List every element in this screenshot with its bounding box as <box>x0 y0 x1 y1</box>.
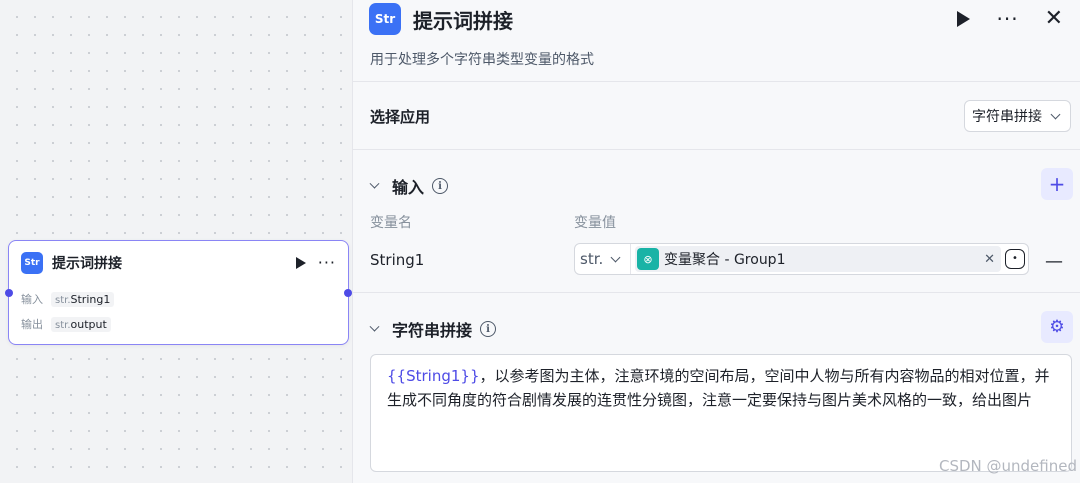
concat-section-title: 字符串拼接 <box>392 321 473 340</box>
string-icon: Str <box>21 252 43 274</box>
more-icon[interactable]: ··· <box>996 9 1018 29</box>
node-output-value: output <box>70 317 107 331</box>
settings-button[interactable]: ⚙ <box>1041 311 1073 343</box>
node-output-label: 输出 <box>21 318 43 331</box>
node-settings-panel: Str 提示词拼接 ··· ✕ 用于处理多个字符串类型变量的格式 选择应用 字符… <box>352 0 1080 483</box>
panel-title: 提示词拼接 <box>413 9 513 33</box>
variable-reference-chip[interactable]: ⊗ 变量聚合 - Group1 ✕ <box>635 246 1001 272</box>
concat-section-header[interactable]: 字符串拼接 i <box>369 317 497 341</box>
chevron-down-icon <box>610 252 621 262</box>
aggregate-icon: ⊗ <box>637 248 659 270</box>
more-icon[interactable]: ··· <box>318 255 336 271</box>
node-output-tag: str.output <box>51 316 111 332</box>
panel-description: 用于处理多个字符串类型变量的格式 <box>370 52 594 68</box>
input-port[interactable] <box>5 289 13 297</box>
close-icon[interactable]: ✕ <box>1045 8 1063 30</box>
node-title: 提示词拼接 <box>52 256 122 272</box>
clear-icon[interactable]: ✕ <box>984 252 995 267</box>
app-select-label: 选择应用 <box>370 108 431 126</box>
node-input-type: str. <box>55 294 71 306</box>
variable-type: str. <box>580 250 604 268</box>
workflow-node[interactable]: Str 提示词拼接 ··· 输入 str.String1 输出 str.outp… <box>5 240 352 345</box>
input-section: 输入 i + 变量名 变量值 String1 str. ⊗ 变量聚合 - Gro… <box>353 150 1080 293</box>
node-output-type: str. <box>55 319 71 331</box>
variable-value-field[interactable]: str. ⊗ 变量聚合 - Group1 ✕ • <box>574 243 1029 275</box>
string-icon: Str <box>369 3 401 35</box>
variable-picker-icon[interactable]: • <box>1005 249 1025 269</box>
input-section-header[interactable]: 输入 i <box>369 174 449 198</box>
concat-template-textarea[interactable]: {{String1}}，以参考图为主体，注意环境的空间布局，空间中人物与所有内容… <box>370 354 1072 472</box>
add-variable-button[interactable]: + <box>1041 168 1073 200</box>
col-variable-name: 变量名 <box>370 215 412 231</box>
input-section-title: 输入 <box>392 178 425 197</box>
app-select-dropdown[interactable]: 字符串拼接 <box>964 100 1071 132</box>
chevron-down-icon[interactable] <box>369 321 380 332</box>
variable-type-select[interactable]: str. <box>575 244 631 274</box>
node-input-tag: str.String1 <box>51 291 115 307</box>
gear-icon: ⚙ <box>1049 317 1065 337</box>
chevron-down-icon[interactable] <box>369 178 380 189</box>
variable-name: String1 <box>370 251 425 269</box>
variable-reference-label: 变量聚合 - Group1 <box>664 252 786 268</box>
remove-variable-button[interactable]: — <box>1045 251 1063 272</box>
output-port[interactable] <box>344 289 352 297</box>
run-icon[interactable] <box>295 257 306 269</box>
node-input-label: 输入 <box>21 293 43 306</box>
chevron-down-icon <box>1050 109 1061 120</box>
info-icon[interactable]: i <box>480 321 497 337</box>
watermark: CSDN @undefined <box>938 457 1077 475</box>
node-output-row: 输出 str.output <box>21 316 111 332</box>
run-icon[interactable] <box>957 11 971 27</box>
workflow-canvas[interactable]: Str 提示词拼接 ··· 输入 str.String1 输出 str.outp… <box>0 0 352 483</box>
panel-header: Str 提示词拼接 ··· ✕ 用于处理多个字符串类型变量的格式 <box>353 0 1080 82</box>
node-input-value: String1 <box>70 292 111 306</box>
app-select-section: 选择应用 字符串拼接 <box>353 82 1080 150</box>
variable-token: {{String1}} <box>387 367 480 385</box>
template-text: ，以参考图为主体，注意环境的空间布局，空间中人物与所有内容物品的相对位置，并生成… <box>387 367 1050 409</box>
info-icon[interactable]: i <box>432 178 449 194</box>
col-variable-value: 变量值 <box>574 215 616 231</box>
concat-section: 字符串拼接 i ⚙ {{String1}}，以参考图为主体，注意环境的空间布局，… <box>353 293 1080 483</box>
app-select-value: 字符串拼接 <box>972 109 1042 125</box>
node-input-row: 输入 str.String1 <box>21 291 115 307</box>
